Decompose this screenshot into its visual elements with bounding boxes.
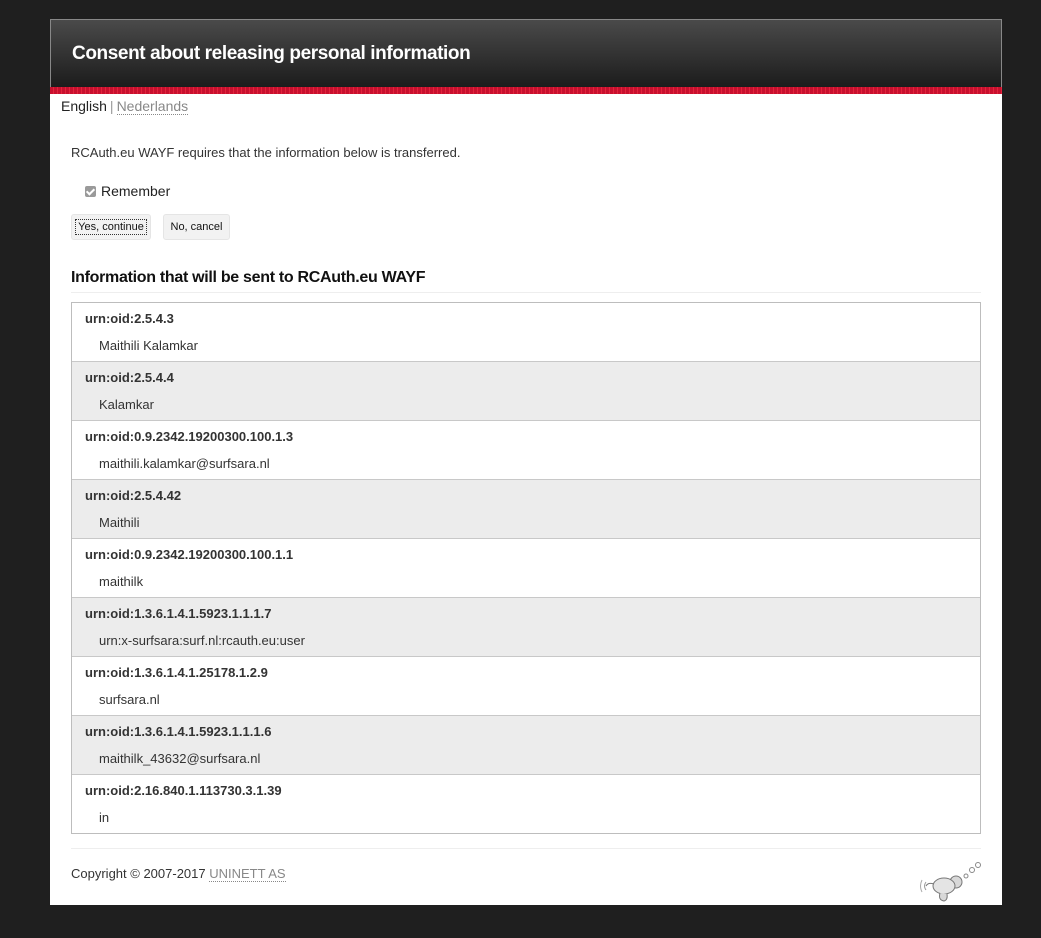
remember-label: Remember [101,183,171,199]
attribute-name: urn:oid:1.3.6.1.4.1.5923.1.1.1.6 [85,724,272,739]
table-row: urn:oid:2.16.840.1.113730.3.1.39 in [72,775,980,833]
attribute-name: urn:oid:1.3.6.1.4.1.25178.1.2.9 [85,665,268,680]
attribute-value: urn:x-surfsara:surf.nl:rcauth.eu:user [99,633,305,648]
table-row: urn:oid:1.3.6.1.4.1.25178.1.2.9 surfsara… [72,657,980,716]
copyright-text: Copyright © 2007-2017 [71,866,206,881]
attribute-name: urn:oid:0.9.2342.19200300.100.1.3 [85,429,294,444]
intro-text: RCAuth.eu WAYF requires that the informa… [71,145,461,160]
attribute-value: Maithili Kalamkar [99,338,198,353]
language-bar: English | Nederlands [61,98,189,115]
language-current: English [61,98,107,114]
attribute-name: urn:oid:2.5.4.42 [85,488,182,503]
attribute-table: urn:oid:2.5.4.3 Maithili Kalamkar urn:oi… [71,302,981,834]
attribute-value: maithilk_43632@surfsara.nl [99,751,261,766]
remember-checkbox[interactable]: Remember [85,183,170,199]
page-header: Consent about releasing personal informa… [50,19,1002,87]
table-row: urn:oid:1.3.6.1.4.1.5923.1.1.1.6 maithil… [72,716,980,775]
header-accent-bar [50,87,1002,95]
yes-continue-button[interactable]: Yes, continue [71,214,151,240]
simplesamlphp-logo-icon [920,862,981,902]
footer-company-link[interactable]: UNINETT AS [209,866,286,882]
divider [71,292,981,293]
table-row: urn:oid:0.9.2342.19200300.100.1.1 maithi… [72,539,980,598]
table-row: urn:oid:2.5.4.3 Maithili Kalamkar [72,303,980,362]
attribute-value: maithili.kalamkar@surfsara.nl [99,456,270,471]
table-row: urn:oid:1.3.6.1.4.1.5923.1.1.1.7 urn:x-s… [72,598,980,657]
language-separator: | [109,98,114,114]
attribute-name: urn:oid:1.3.6.1.4.1.5923.1.1.1.7 [85,606,272,621]
attribute-value: Maithili [99,515,140,530]
section-title: Information that will be sent to RCAuth.… [71,269,426,286]
attribute-value: maithilk [99,574,144,589]
no-cancel-button[interactable]: No, cancel [163,214,230,240]
footer: Copyright © 2007-2017 UNINETT AS [71,866,286,882]
table-row: urn:oid:2.5.4.42 Maithili [72,480,980,539]
footer-divider [71,848,981,849]
table-row: urn:oid:0.9.2342.19200300.100.1.3 maithi… [72,421,980,480]
yes-continue-label: Yes, continue [75,219,147,235]
attribute-name: urn:oid:2.5.4.3 [85,311,174,326]
attribute-value: surfsara.nl [99,692,160,707]
consent-page: Consent about releasing personal informa… [50,19,1002,905]
language-link-nederlands[interactable]: Nederlands [116,98,189,115]
attribute-value: in [99,810,110,825]
attribute-value: Kalamkar [99,397,154,412]
attribute-name: urn:oid:2.5.4.4 [85,370,174,385]
attribute-name: urn:oid:2.16.840.1.113730.3.1.39 [85,783,282,798]
table-row: urn:oid:2.5.4.4 Kalamkar [72,362,980,421]
page-title: Consent about releasing personal informa… [72,43,471,64]
check-icon[interactable] [85,185,96,197]
attribute-name: urn:oid:0.9.2342.19200300.100.1.1 [85,547,294,562]
